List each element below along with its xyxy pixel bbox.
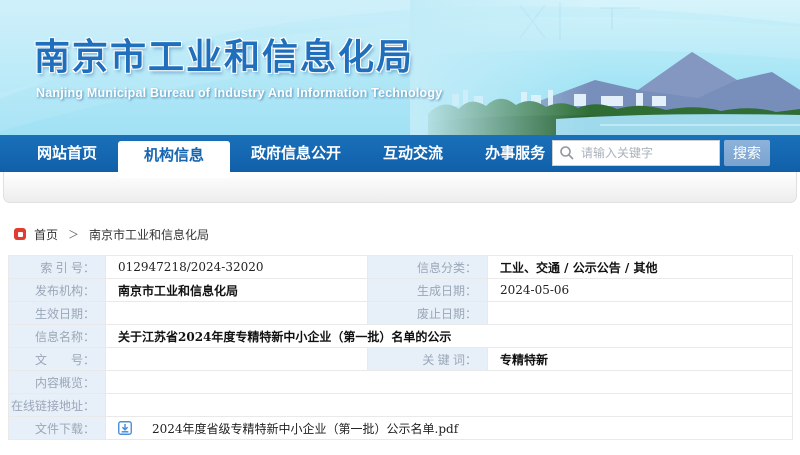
publisher-value: 南京市工业和信息化局 — [105, 278, 368, 302]
expiry-date-value — [487, 301, 793, 325]
summary-label: 内容概览： — [8, 370, 106, 394]
effective-date-value — [105, 301, 368, 325]
expiry-date-label: 废止日期： — [367, 301, 488, 325]
table-row: 文件下载： 2024年度省级专精特新中小企业（第一批）公示名单.pdf — [8, 416, 793, 440]
breadcrumb-current[interactable]: 南京市工业和信息化局 — [89, 226, 209, 243]
record-info-table: 索 引 号： 012947218/2024-32020 信息分类： 工业、交通 … — [8, 255, 793, 440]
keywords-label: 关 键 词： — [367, 347, 488, 371]
index-label: 索 引 号： — [8, 255, 106, 279]
table-row: 文 号： 关 键 词： 专精特新 — [8, 347, 793, 371]
publisher-label: 发布机构： — [8, 278, 106, 302]
site-subtitle-english: Nanjing Municipal Bureau of Industry And… — [36, 86, 443, 100]
table-row: 发布机构： 南京市工业和信息化局 生成日期： 2024-05-06 — [8, 278, 793, 302]
effective-date-label: 生效日期： — [8, 301, 106, 325]
breadcrumb: 首页 ＞ 南京市工业和信息化局 — [14, 226, 209, 242]
breadcrumb-home-link[interactable]: 首页 — [34, 226, 58, 243]
nav-item-home[interactable]: 网站首页 — [16, 135, 118, 172]
nav-item-gov-info-disclosure[interactable]: 政府信息公开 — [230, 135, 362, 172]
online-link-value — [105, 393, 793, 417]
doc-number-label: 文 号： — [8, 347, 106, 371]
info-title-label: 信息名称： — [8, 324, 106, 348]
nav-item-services[interactable]: 办事服务 — [464, 135, 566, 172]
search-input[interactable] — [552, 140, 720, 166]
category-label: 信息分类： — [367, 255, 488, 279]
table-row: 在线链接地址： — [8, 393, 793, 417]
summary-value — [105, 370, 793, 394]
search-button[interactable]: 搜索 — [724, 140, 770, 166]
nav-item-institution-info[interactable]: 机构信息 — [118, 141, 231, 178]
created-date-label: 生成日期： — [367, 278, 488, 302]
download-icon[interactable] — [118, 421, 132, 435]
site-title: 南京市工业和信息化局 — [34, 36, 415, 77]
header-banner: 南京市工业和信息化局 Nanjing Municipal Bureau of I… — [0, 0, 800, 135]
info-title-value: 关于江苏省2024年度专精特新中小企业（第一批）名单的公示 — [105, 324, 793, 348]
download-file-link[interactable]: 2024年度省级专精特新中小企业（第一批）公示名单.pdf — [152, 420, 458, 437]
nav-item-interaction[interactable]: 互动交流 — [362, 135, 464, 172]
doc-number-value — [105, 347, 368, 371]
main-navigation: 网站首页 机构信息 政府信息公开 互动交流 办事服务 搜索 — [0, 135, 800, 178]
index-value: 012947218/2024-32020 — [105, 255, 368, 279]
table-row: 内容概览： — [8, 370, 793, 394]
category-value: 工业、交通 / 公示公告 / 其他 — [487, 255, 793, 279]
online-link-label: 在线链接地址： — [8, 393, 106, 417]
file-download-label: 文件下载： — [8, 416, 106, 440]
search-icon — [560, 146, 574, 160]
search-area: 搜索 — [552, 140, 770, 166]
breadcrumb-separator: ＞ — [68, 229, 80, 241]
table-row: 生效日期： 废止日期： — [8, 301, 793, 325]
table-row: 索 引 号： 012947218/2024-32020 信息分类： 工业、交通 … — [8, 255, 793, 279]
created-date-value: 2024-05-06 — [487, 278, 793, 302]
breadcrumb-home-icon — [14, 228, 26, 240]
keywords-value: 专精特新 — [487, 347, 793, 371]
table-row: 信息名称： 关于江苏省2024年度专精特新中小企业（第一批）名单的公示 — [8, 324, 793, 348]
file-download-cell: 2024年度省级专精特新中小企业（第一批）公示名单.pdf — [118, 420, 792, 437]
